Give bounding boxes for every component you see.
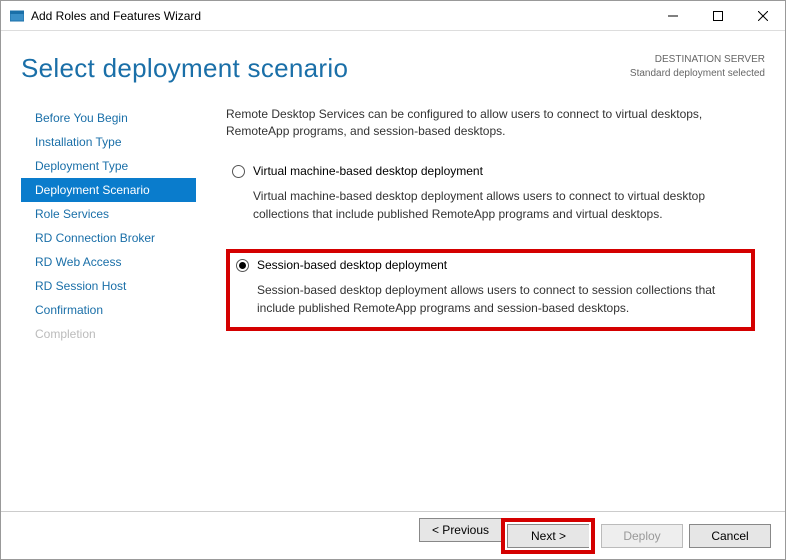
cancel-button[interactable]: Cancel (689, 524, 771, 548)
window-title: Add Roles and Features Wizard (31, 9, 650, 23)
wizard-header: Select deployment scenario DESTINATION S… (21, 53, 765, 84)
wizard-footer: < Previous Next > Deploy Cancel (1, 511, 785, 559)
deploy-button: Deploy (601, 524, 683, 548)
option-description: Virtual machine-based desktop deployment… (253, 188, 749, 223)
destination-server: DESTINATION SERVER Standard deployment s… (630, 53, 765, 81)
destination-value: Standard deployment selected (630, 67, 765, 81)
content-area: Select deployment scenario DESTINATION S… (1, 31, 785, 511)
wizard-steps-sidebar: Before You BeginInstallation TypeDeploym… (21, 104, 196, 501)
previous-button[interactable]: < Previous (419, 518, 501, 542)
wizard-step[interactable]: RD Session Host (21, 274, 196, 298)
option-header: Virtual machine-based desktop deployment (232, 163, 749, 180)
deployment-option: Session-based desktop deployment Session-… (226, 249, 755, 331)
intro-text: Remote Desktop Services can be configure… (226, 106, 755, 141)
wizard-icon (9, 8, 25, 24)
destination-label: DESTINATION SERVER (630, 53, 765, 67)
option-description: Session-based desktop deployment allows … (257, 282, 745, 317)
minimize-button[interactable] (650, 1, 695, 31)
deployment-option: Virtual machine-based desktop deployment… (226, 159, 755, 233)
radio-button[interactable] (236, 259, 249, 272)
wizard-step[interactable]: Before You Begin (21, 106, 196, 130)
close-button[interactable] (740, 1, 785, 31)
radio-button[interactable] (232, 165, 245, 178)
wizard-step[interactable]: Deployment Type (21, 154, 196, 178)
titlebar: Add Roles and Features Wizard (1, 1, 785, 31)
wizard-step[interactable]: Deployment Scenario (21, 178, 196, 202)
wizard-step: Completion (21, 322, 196, 346)
window-controls (650, 1, 785, 30)
main-panel: Remote Desktop Services can be configure… (196, 104, 765, 501)
wizard-step[interactable]: RD Web Access (21, 250, 196, 274)
wizard-step[interactable]: Role Services (21, 202, 196, 226)
wizard-step[interactable]: Confirmation (21, 298, 196, 322)
option-label[interactable]: Virtual machine-based desktop deployment (253, 163, 483, 180)
next-highlight: Next > (501, 518, 595, 554)
page-title: Select deployment scenario (21, 53, 348, 84)
wizard-step[interactable]: RD Connection Broker (21, 226, 196, 250)
prev-next-group: < Previous Next > (419, 518, 595, 554)
next-button[interactable]: Next > (507, 524, 589, 548)
wizard-step[interactable]: Installation Type (21, 130, 196, 154)
maximize-button[interactable] (695, 1, 740, 31)
option-label[interactable]: Session-based desktop deployment (257, 257, 447, 274)
option-header: Session-based desktop deployment (236, 257, 745, 274)
